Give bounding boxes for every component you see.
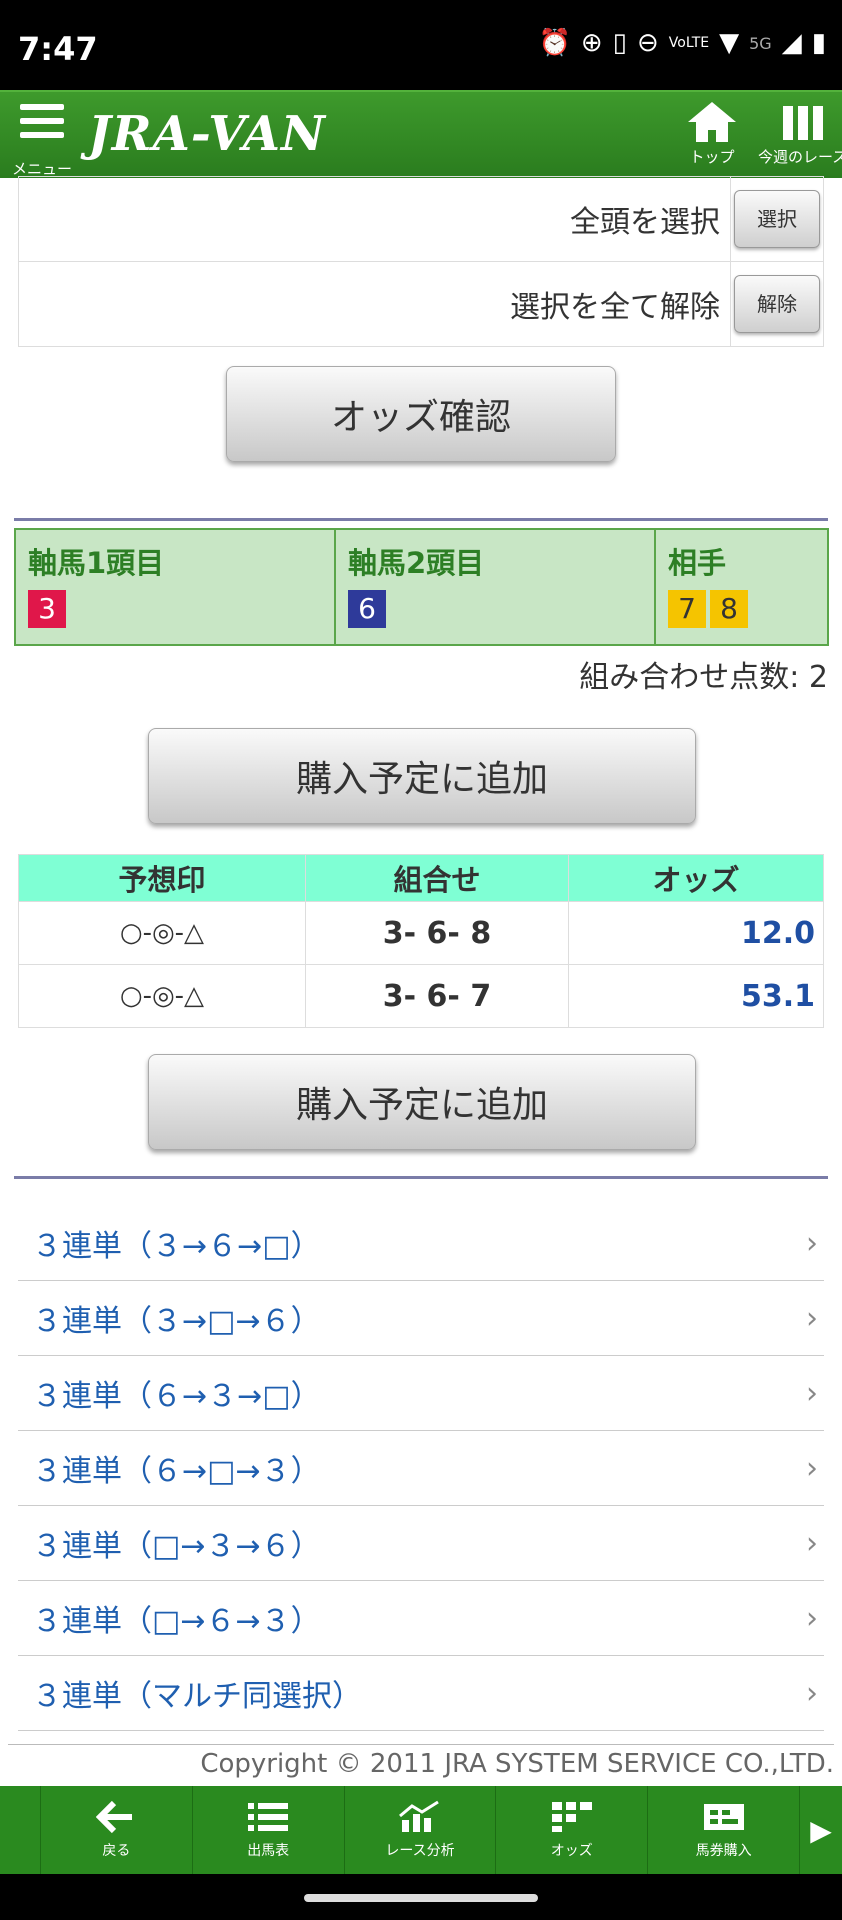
chevron-right-icon: ›: [806, 1225, 818, 1261]
section-divider: [14, 518, 828, 521]
row-mark: ○-◎-△: [18, 964, 306, 1028]
chevron-right-icon: ›: [806, 1300, 818, 1336]
data-saver-icon: ⊕: [580, 28, 603, 58]
axis-col-3-title: 相手: [668, 546, 727, 580]
grid-icon: [551, 1802, 592, 1832]
results-table: 予想印 組合せ オッズ ○-◎-△ 3- 6- 8 12.0 ○-◎-△ 3- …: [18, 854, 824, 1028]
this-week-label: 今週のレース: [758, 148, 842, 166]
home-gesture-bar[interactable]: [304, 1894, 538, 1902]
select-all-label: 全頭を選択: [18, 176, 731, 262]
volte-icon: VoLTE: [668, 35, 710, 51]
select-all-row: 全頭を選択 選択: [18, 176, 824, 262]
main-content: 全頭を選択 選択 選択を全て解除 解除 オッズ確認 軸馬1頭目 3 軸馬2頭目 …: [0, 176, 842, 1786]
race-analysis-button[interactable]: レース分析: [343, 1786, 496, 1874]
vibrate-icon: ▯: [612, 28, 627, 58]
horse-badge-6: 6: [348, 590, 386, 628]
odds-check-button[interactable]: オッズ確認: [226, 366, 616, 462]
chevron-right-icon: ›: [806, 1525, 818, 1561]
row-combo: 3- 6- 7: [305, 964, 569, 1028]
chevron-right-icon: ›: [806, 1375, 818, 1411]
clear-all-button[interactable]: 解除: [734, 275, 820, 333]
top-label: トップ: [689, 148, 735, 166]
chevron-right-icon: ›: [806, 1450, 818, 1486]
select-all-button[interactable]: 選択: [734, 190, 820, 248]
add-to-plan-button-bottom[interactable]: 購入予定に追加: [148, 1054, 696, 1150]
signal-icon: ◢: [781, 28, 802, 58]
link-item[interactable]: ３連単（□→６→３） ›: [18, 1581, 824, 1656]
axis-col-1: 軸馬1頭目 3: [14, 528, 336, 646]
header-mark: 予想印: [18, 854, 306, 902]
battery-icon: ▮: [811, 28, 826, 58]
axis-col-2: 軸馬2頭目 6: [334, 528, 656, 646]
hamburger-icon: [20, 104, 64, 146]
link-item[interactable]: ３連単（６→□→３） ›: [18, 1431, 824, 1506]
top-button[interactable]: トップ: [684, 98, 740, 167]
row-mark: ○-◎-△: [18, 901, 306, 965]
results-header-row: 予想印 組合せ オッズ: [18, 854, 824, 902]
app-header: メニュー JRA-VAN トップ 今週のレース: [0, 90, 842, 178]
status-time: 7:47: [18, 30, 98, 68]
clear-all-label: 選択を全て解除: [18, 261, 731, 347]
bottom-toolbar: 戻る 出馬表 レース分析 オッズ 馬券購入 ▶: [0, 1786, 842, 1874]
back-button[interactable]: 戻る: [40, 1786, 192, 1874]
copyright: Copyright © 2011 JRA SYSTEM SERVICE CO.,…: [8, 1744, 834, 1779]
play-right-icon[interactable]: ▶: [798, 1786, 842, 1874]
alarm-icon: ⏰: [538, 28, 571, 58]
table-row[interactable]: ○-◎-△ 3- 6- 8 12.0: [18, 901, 824, 965]
columns-icon: [782, 106, 823, 140]
selection-table: 全頭を選択 選択 選択を全て解除 解除: [18, 176, 824, 347]
arrow-left-icon: [96, 1800, 133, 1834]
axis-horse-table: 軸馬1頭目 3 軸馬2頭目 6 相手 78: [14, 528, 829, 646]
jra-van-logo[interactable]: JRA-VAN: [88, 106, 326, 162]
ticket-icon: [703, 1804, 744, 1830]
ticket-purchase-button[interactable]: 馬券購入: [647, 1786, 799, 1874]
network-type: 5G: [749, 33, 772, 53]
horse-badge-8: 8: [710, 590, 748, 628]
link-item[interactable]: ３連単（□→３→６） ›: [18, 1506, 824, 1581]
header-odds: オッズ: [568, 854, 824, 902]
bet-type-links: ３連単（３→６→□） › ３連単（３→□→６） › ３連単（６→３→□） › ３連単（…: [18, 1206, 824, 1731]
chevron-right-icon: ›: [806, 1600, 818, 1636]
link-item[interactable]: ３連単（３→６→□） ›: [18, 1206, 824, 1281]
menu-button[interactable]: メニュー: [12, 100, 74, 178]
status-bar: 7:47 ⏰ ⊕ ▯ ⊖ VoLTE ▼ 5G ◢ ▮: [0, 0, 842, 90]
axis-col-3: 相手 78: [654, 528, 829, 646]
section-divider: [14, 1176, 828, 1179]
wifi-icon: ▼: [719, 28, 740, 58]
row-odds: 53.1: [568, 964, 824, 1028]
chart-icon: [399, 1800, 439, 1832]
list-icon: [248, 1803, 289, 1831]
dnd-icon: ⊖: [636, 28, 659, 58]
header-combo: 組合せ: [305, 854, 569, 902]
clear-all-row: 選択を全て解除 解除: [18, 261, 824, 347]
home-icon: [688, 102, 736, 142]
add-to-plan-button-top[interactable]: 購入予定に追加: [148, 728, 696, 824]
axis-col-2-title: 軸馬2頭目: [348, 546, 485, 580]
link-item[interactable]: ３連単（６→３→□） ›: [18, 1356, 824, 1431]
this-week-races-button[interactable]: 今週のレース: [758, 98, 842, 167]
combination-count: 組み合わせ点数: 2: [579, 660, 828, 695]
odds-button[interactable]: オッズ: [495, 1786, 647, 1874]
chevron-right-icon: ›: [806, 1675, 818, 1711]
horse-badge-3: 3: [28, 590, 66, 628]
axis-col-1-title: 軸馬1頭目: [28, 546, 165, 580]
horse-badge-7: 7: [668, 590, 706, 628]
link-item[interactable]: ３連単（マルチ同選択） ›: [18, 1656, 824, 1731]
row-combo: 3- 6- 8: [305, 901, 569, 965]
race-card-button[interactable]: 出馬表: [191, 1786, 344, 1874]
row-odds: 12.0: [568, 901, 824, 965]
link-item[interactable]: ３連単（３→□→６） ›: [18, 1281, 824, 1356]
system-nav-bar: [0, 1874, 842, 1920]
status-icons: ⏰ ⊕ ▯ ⊖ VoLTE ▼ 5G ◢ ▮: [539, 28, 827, 58]
table-row[interactable]: ○-◎-△ 3- 6- 7 53.1: [18, 964, 824, 1028]
